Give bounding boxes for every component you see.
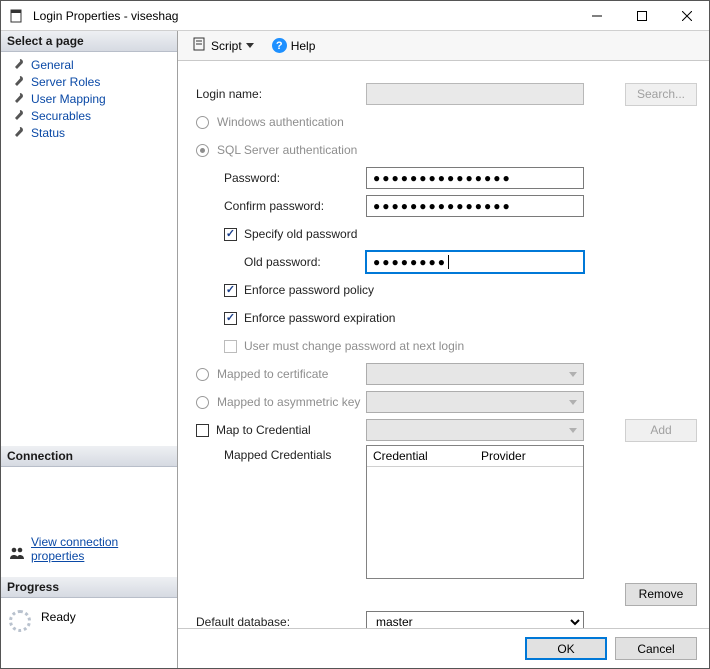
maximize-button[interactable] [619,1,664,30]
window-title: Login Properties - viseshag [31,9,574,23]
chevron-down-icon [569,372,577,377]
mapped-cert-radio [196,368,209,381]
page-nav-list: General Server Roles User Mapping Secura… [1,52,177,149]
enforce-policy-label: Enforce password policy [244,283,374,297]
text-cursor [448,255,449,269]
close-button[interactable] [664,1,709,30]
cancel-button[interactable]: Cancel [615,637,697,660]
map-to-credential-checkbox[interactable] [196,424,209,437]
minimize-button[interactable] [574,1,619,30]
login-name-label: Login name: [196,87,366,101]
progress-header: Progress [1,577,177,598]
must-change-checkbox [224,340,237,353]
specify-old-password-label: Specify old password [244,227,357,241]
search-button: Search... [625,83,697,106]
wrench-icon [11,109,25,123]
windows-auth-radio [196,116,209,129]
add-button: Add [625,419,697,442]
progress-spinner-icon [9,610,31,632]
nav-user-mapping[interactable]: User Mapping [1,90,177,107]
select-page-header: Select a page [1,31,177,52]
people-icon [9,546,25,563]
password-label: Password: [196,171,346,185]
dialog-buttons: OK Cancel [178,628,709,668]
must-change-label: User must change password at next login [244,339,464,353]
sql-auth-label: SQL Server authentication [217,143,357,157]
nav-general[interactable]: General [1,56,177,73]
map-to-credential-combo [366,419,584,441]
default-db-label: Default database: [196,615,366,628]
titlebar: Login Properties - viseshag [1,1,709,31]
confirm-password-input[interactable] [366,195,584,217]
specify-old-password-checkbox[interactable] [224,228,237,241]
nav-label: General [31,58,74,72]
enforce-expiration-checkbox[interactable] [224,312,237,325]
nav-label: User Mapping [31,92,106,106]
login-properties-dialog: Login Properties - viseshag Select a pag… [0,0,710,669]
main-panel: Script ? Help Login name: Search... [178,31,709,668]
form-area: Login name: Search... Windows authentica… [178,61,709,628]
col-provider: Provider [475,446,583,466]
help-icon: ? [272,38,287,53]
help-label: Help [291,39,316,53]
windows-auth-label: Windows authentication [217,115,344,129]
enforce-policy-checkbox[interactable] [224,284,237,297]
sql-auth-radio [196,144,209,157]
mapped-cert-combo [366,363,584,385]
remove-button[interactable]: Remove [625,583,697,606]
progress-status: Ready [41,610,76,624]
help-button[interactable]: ? Help [265,34,323,57]
enforce-expiration-label: Enforce password expiration [244,311,395,325]
mapped-credentials-label: Mapped Credentials [196,445,366,462]
connection-header: Connection [1,446,177,467]
mapped-asym-radio [196,396,209,409]
map-to-credential-label: Map to Credential [216,423,311,437]
mapped-asym-label: Mapped to asymmetric key [217,395,360,409]
sidebar: Select a page General Server Roles User … [1,31,178,668]
nav-label: Server Roles [31,75,100,89]
chevron-down-icon [246,43,254,48]
app-icon [1,1,31,31]
chevron-down-icon [569,400,577,405]
list-header: Credential Provider [367,446,583,467]
wrench-icon [11,92,25,106]
old-password-input[interactable]: ●●●●●●●● [366,251,584,273]
mapped-cert-label: Mapped to certificate [217,367,328,381]
nav-status[interactable]: Status [1,124,177,141]
chevron-down-icon [569,428,577,433]
wrench-icon [11,75,25,89]
script-button[interactable]: Script [186,33,261,58]
password-input[interactable] [366,167,584,189]
nav-securables[interactable]: Securables [1,107,177,124]
wrench-icon [11,58,25,72]
toolbar: Script ? Help [178,31,709,61]
mapped-asym-combo [366,391,584,413]
view-connection-link[interactable]: View connection properties [31,535,169,563]
col-credential: Credential [367,446,475,466]
script-icon [193,37,207,54]
ok-button[interactable]: OK [525,637,607,660]
old-password-label: Old password: [196,255,346,269]
login-name-input [366,83,584,105]
nav-server-roles[interactable]: Server Roles [1,73,177,90]
mapped-credentials-list[interactable]: Credential Provider [366,445,584,579]
nav-label: Status [31,126,65,140]
default-db-select[interactable]: master [366,611,584,628]
confirm-password-label: Confirm password: [196,199,346,213]
script-label: Script [211,39,242,53]
nav-label: Securables [31,109,91,123]
wrench-icon [11,126,25,140]
